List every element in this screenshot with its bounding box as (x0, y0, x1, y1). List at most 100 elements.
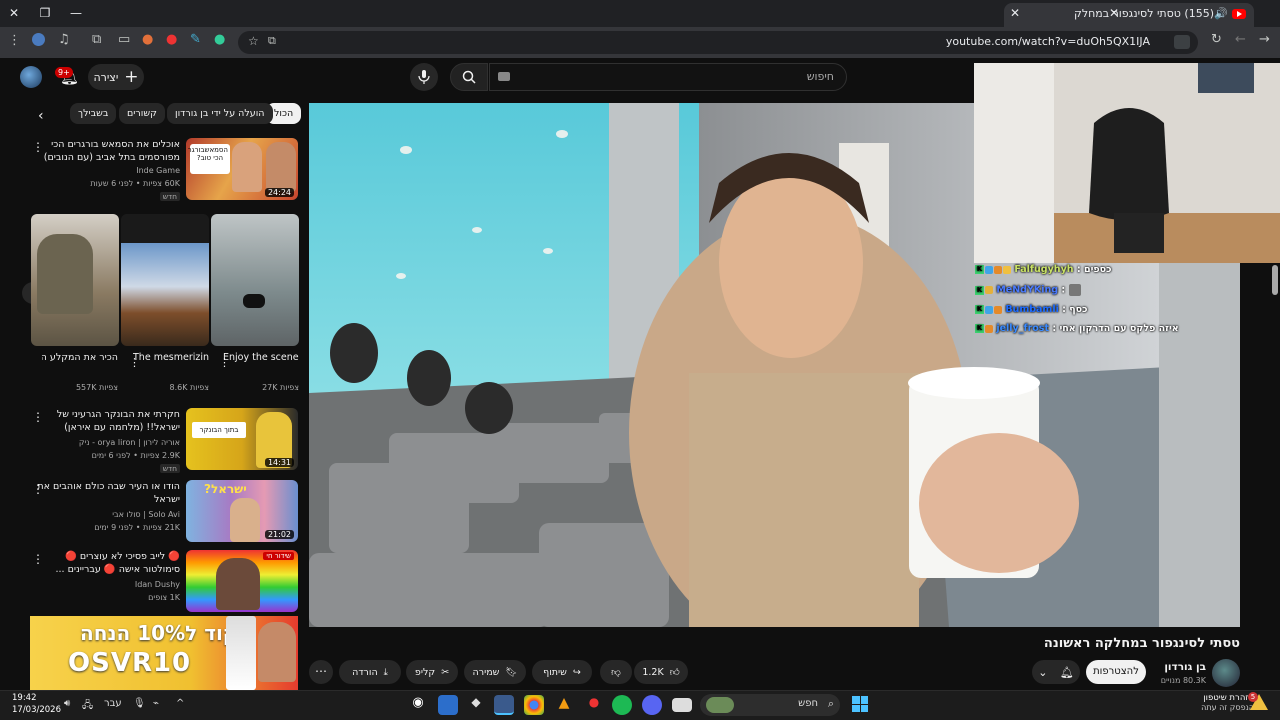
reload-icon[interactable]: ↻ (1211, 32, 1222, 47)
chip-related[interactable]: קשורים (119, 103, 165, 124)
channel-name[interactable]: בן גורדון (1164, 661, 1206, 673)
discord-icon[interactable] (642, 695, 662, 715)
list-item[interactable]: ישראל? 21:02 הודו או העיר שבה כולם אוהבי… (30, 480, 298, 544)
bottle-app-icon[interactable]: ● (584, 695, 604, 715)
tab-close-icon[interactable]: ✕ (1010, 6, 1020, 20)
extension-red-icon[interactable]: ● (166, 32, 177, 47)
tab-search-icon[interactable]: ✕ (1104, 4, 1124, 22)
speaker-icon[interactable]: 🔊 (1214, 7, 1228, 20)
short-thumbnail[interactable] (211, 214, 299, 346)
chip-uploaded-by[interactable]: הועלה על ידי בן גורדון (167, 103, 273, 124)
channel-name[interactable]: אוריה לירון | orya liron - ניק (79, 438, 180, 447)
windows-taskbar (0, 690, 1280, 720)
create-button[interactable]: יצירה + (88, 64, 144, 90)
video-title[interactable]: 🔴 לייב פסיכי לא עוצרים 🔴 סימולטור אישה 🔴… (30, 550, 180, 576)
keyboard-icon[interactable] (498, 72, 510, 81)
microphone-tray-icon[interactable]: 🎙︎ (133, 698, 146, 709)
account-avatar[interactable] (20, 66, 42, 88)
short-thumbnail[interactable] (121, 214, 209, 346)
windows-start-icon[interactable] (852, 696, 868, 712)
short-thumbnail[interactable] (31, 214, 119, 346)
video-title[interactable]: חקרתי את הבונקר הגרעיני של ישראל!! (מלחמ… (30, 408, 180, 434)
vlc-icon[interactable]: ▲ (554, 695, 574, 715)
chevron-up-icon[interactable]: ^ (176, 698, 184, 709)
more-options-icon[interactable]: ⋮ (129, 356, 140, 369)
close-window-icon[interactable]: ✕ (4, 4, 24, 22)
spotify-icon[interactable] (612, 695, 632, 715)
video-thumbnail[interactable]: ישראל? 21:02 (186, 480, 298, 542)
menu-dots-icon[interactable]: ⋮ (8, 33, 21, 48)
chat-user[interactable]: Falfugyhyh (1014, 264, 1073, 275)
address-bar[interactable]: ☆ ⧉ youtube.com/watch?v=duOh5QX1IJA (238, 31, 1198, 54)
clock-date[interactable]: 17/03/2026 (12, 705, 61, 715)
join-button[interactable]: להצטרפות (1086, 660, 1146, 684)
video-title[interactable]: אוכלים את הסמאש בורגרים הכי מפורסמים בתל… (30, 138, 180, 164)
chat-user[interactable]: MeNdYKing (996, 285, 1058, 296)
channel-avatar[interactable] (1212, 659, 1240, 687)
short-title[interactable]: The mesmerizing... (133, 351, 209, 365)
channel-name[interactable]: Inde Game (136, 166, 180, 175)
chip-for-you[interactable]: בשבילך (70, 103, 117, 124)
extension-icon[interactable]: ♫ (58, 32, 70, 47)
chrome-icon[interactable] (524, 695, 544, 715)
video-thumbnail[interactable]: הסמאשבורגר הכי טוב? 24:24 (186, 138, 298, 200)
steam-icon[interactable]: ◉ (408, 695, 428, 715)
network-icon[interactable]: 🖧 (82, 698, 93, 715)
battery-icon[interactable]: ⌁ (153, 698, 159, 709)
search-input[interactable]: חיפוש (489, 63, 847, 91)
channel-name[interactable]: Solo Avi | סולו אבי (112, 510, 180, 519)
cast-icon[interactable]: ▭ (118, 32, 130, 47)
short-title[interactable]: Enjoy the scenery. (223, 351, 299, 365)
list-item[interactable]: שידור חי 🔴 לייב פסיכי לא עוצרים 🔴 סימולט… (30, 550, 298, 612)
more-options-icon[interactable]: ⋮ (32, 140, 44, 154)
list-item[interactable]: בתוך הבונקר 14:31 חקרתי את הבונקר הגרעינ… (30, 408, 298, 474)
grid-app-icon[interactable] (438, 695, 458, 715)
translate-icon[interactable]: ✎ (190, 32, 201, 47)
chat-user[interactable]: jelly_frost (996, 323, 1049, 334)
more-options-icon[interactable]: ⋮ (219, 356, 230, 369)
channel-name[interactable]: Idan Dushy (135, 580, 180, 589)
download-button[interactable]: הורדה ⤓ (339, 660, 401, 684)
video-title[interactable]: הודו או העיר שבה כולם אוהבים את ישראל (30, 480, 180, 506)
language-indicator[interactable]: עבר (104, 698, 122, 709)
scrollbar[interactable] (1272, 265, 1278, 295)
search-button[interactable] (450, 63, 488, 91)
weather-notification[interactable]: אזהרת שיטפון הנפסק זה עתה (1201, 693, 1254, 712)
more-actions-button[interactable]: ⋯ (309, 660, 333, 684)
clock-time[interactable]: 19:42 (12, 693, 37, 703)
capcut-icon[interactable]: ◆ (466, 695, 486, 715)
bookmark-star-icon[interactable]: ☆ (248, 34, 259, 48)
grammar-extension-icon[interactable]: ● (214, 32, 225, 47)
taskbar-search[interactable]: חפש ⌕ (700, 694, 840, 716)
minimize-window-icon[interactable]: — (66, 4, 86, 22)
subscription-bell-button[interactable]: ⌄ 🔔︎ (1032, 660, 1080, 684)
video-thumbnail[interactable]: בתוך הבונקר 14:31 (186, 408, 298, 470)
like-button[interactable]: 1.2K 👍︎ (634, 660, 688, 684)
extensions-puzzle-icon[interactable]: ⧉ (92, 32, 101, 47)
file-explorer-icon[interactable] (672, 698, 692, 712)
list-item[interactable]: הסמאשבורגר הכי טוב? 24:24 אוכלים את הסמא… (30, 138, 298, 204)
dislike-button[interactable]: 👎︎ (600, 660, 632, 684)
browser-tab-youtube[interactable]: 🔊 (155) טסתי לסינגפור במחלק ✕ (1004, 3, 1254, 27)
screenshot-icon[interactable]: ⧉ (268, 34, 276, 48)
chat-user[interactable]: Bumbamli (1005, 304, 1059, 315)
site-info-icon[interactable] (1174, 35, 1190, 49)
share-button[interactable]: שיתוף ↪ (532, 660, 592, 684)
restore-window-icon[interactable]: ❐ (35, 4, 55, 22)
voice-search-button[interactable] (410, 63, 438, 91)
chips-prev-icon[interactable]: ‹ (38, 108, 44, 124)
save-button[interactable]: שמירה 🔖︎ (464, 660, 526, 684)
video-thumbnail[interactable]: שידור חי (186, 550, 298, 612)
short-title[interactable]: הכיר את המקלע החד... (42, 351, 118, 365)
ad-banner[interactable]: קוד ל10% הנחה OSVR10 (30, 616, 298, 690)
clip-button[interactable]: קליפ ✂ (406, 660, 458, 684)
profile-avatar-icon[interactable] (32, 33, 45, 46)
more-options-icon[interactable]: ⋮ (32, 482, 44, 496)
volume-icon[interactable]: 🔊︎ (64, 698, 70, 709)
back-icon[interactable]: → (1259, 32, 1270, 47)
extension-orange-icon[interactable]: ● (142, 32, 153, 47)
telegram-icon[interactable] (494, 695, 514, 715)
more-options-icon[interactable]: ⋮ (32, 410, 44, 424)
more-options-icon[interactable]: ⋮ (32, 552, 44, 566)
forward-icon[interactable]: ← (1235, 32, 1246, 47)
